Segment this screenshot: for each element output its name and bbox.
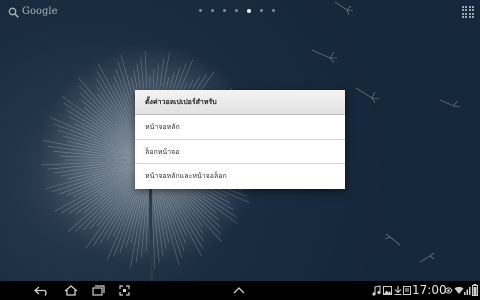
menu-up-icon[interactable] <box>233 287 245 294</box>
nfc-icon <box>444 287 453 294</box>
search-icon[interactable] <box>8 7 19 18</box>
music-icon <box>372 285 381 296</box>
image-icon <box>383 286 392 295</box>
battery-icon <box>472 284 478 296</box>
option-lock-screen[interactable]: ล็อกหน้าจอ <box>135 140 345 165</box>
wifi-icon <box>454 286 464 294</box>
page-dot-4 <box>235 9 238 12</box>
system-bar: 17:00 <box>0 281 480 300</box>
notification-icon <box>403 286 411 295</box>
screenshot-icon[interactable] <box>119 285 130 296</box>
signal-icon <box>464 287 471 295</box>
set-wallpaper-dialog: ตั้งค่าวอลเปเปอร์สำหรับ หน้าจอหลัก ล็อกห… <box>135 90 345 189</box>
download-icon <box>394 286 402 295</box>
status-clock: 17:00 <box>412 283 447 297</box>
apps-grid-icon[interactable] <box>462 6 474 18</box>
page-dot-7 <box>272 9 275 12</box>
page-dot-6 <box>260 9 263 12</box>
home-screen: Google ตั้งค่าวอลเปเปอร์สำหรับ หน้าจอหลั… <box>0 0 480 300</box>
page-dot-1 <box>199 9 202 12</box>
google-search-label[interactable]: Google <box>22 6 58 17</box>
home-icon[interactable] <box>64 285 78 296</box>
page-dot-2 <box>211 9 214 12</box>
page-dot-5 <box>247 8 251 13</box>
option-home-screen[interactable]: หน้าจอหลัก <box>135 115 345 140</box>
back-icon[interactable] <box>34 286 50 296</box>
option-home-and-lock-screen[interactable]: หน้าจอหลักและหน้าจอล็อก <box>135 164 345 189</box>
page-dot-3 <box>223 9 226 12</box>
dialog-title: ตั้งค่าวอลเปเปอร์สำหรับ <box>135 90 345 115</box>
page-indicator <box>199 8 275 13</box>
recent-apps-icon[interactable] <box>92 285 105 296</box>
